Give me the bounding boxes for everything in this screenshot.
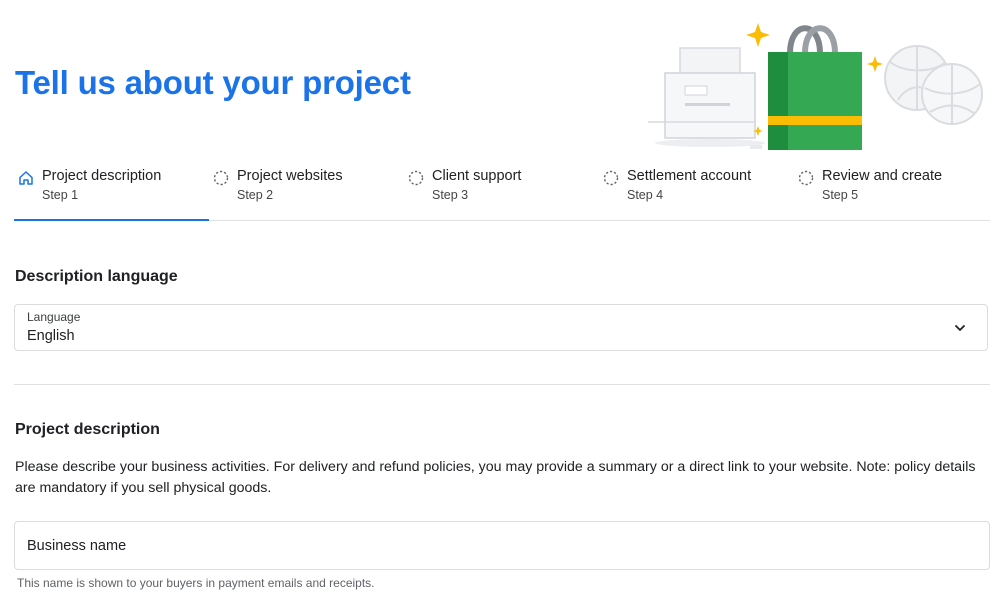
- language-select[interactable]: Language English: [14, 304, 988, 351]
- business-name-helper-text: This name is shown to your buyers in pay…: [17, 576, 375, 590]
- step-client-support[interactable]: Client support Step 3: [404, 160, 599, 220]
- dashed-circle-icon: [603, 170, 619, 186]
- business-name-field[interactable]: [14, 521, 990, 570]
- step-label: Client support: [432, 168, 522, 184]
- language-selected-value: English: [27, 328, 75, 344]
- step-number: Step 5: [822, 188, 859, 202]
- step-label: Project description: [42, 168, 162, 184]
- step-number: Step 4: [627, 188, 664, 202]
- step-number: Step 3: [432, 188, 469, 202]
- step-number: Step 2: [237, 188, 274, 202]
- dashed-circle-icon: [213, 170, 229, 186]
- chevron-down-icon: [955, 325, 965, 331]
- home-icon: [19, 171, 33, 185]
- step-label: Project websites: [237, 168, 343, 184]
- shopping-illustration: [648, 23, 983, 150]
- step-project-websites[interactable]: Project websites Step 2: [209, 160, 404, 220]
- step-label: Review and create: [822, 168, 943, 184]
- page-title: Tell us about your project: [15, 64, 411, 101]
- section-divider: [14, 384, 990, 385]
- language-field-caption: Language: [27, 310, 81, 324]
- step-project-description[interactable]: Project description Step 1: [14, 160, 209, 221]
- dashed-circle-icon: [408, 170, 424, 186]
- stepper: Project description Step 1 Project websi…: [14, 160, 990, 221]
- business-name-input[interactable]: [15, 522, 989, 569]
- project-description-text: Please describe your business activities…: [15, 459, 976, 496]
- step-review-and-create[interactable]: Review and create Step 5: [794, 160, 989, 220]
- step-settlement-account[interactable]: Settlement account Step 4: [599, 160, 794, 220]
- project-section-heading: Project description: [15, 421, 160, 438]
- language-section-heading: Description language: [15, 268, 178, 285]
- step-number: Step 1: [42, 188, 79, 202]
- step-label: Settlement account: [627, 168, 752, 184]
- dashed-circle-icon: [798, 170, 814, 186]
